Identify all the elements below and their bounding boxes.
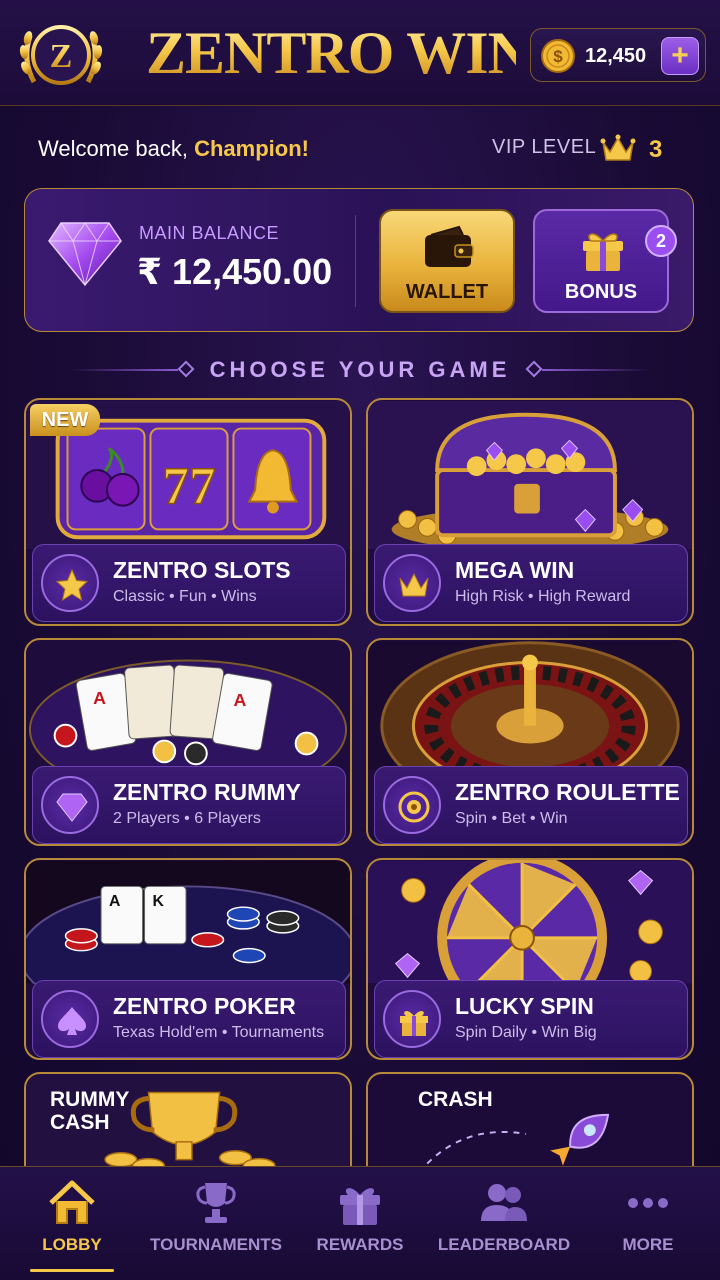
game-title: RUMMY CASH	[50, 1088, 129, 1134]
game-card-mega-win[interactable]: MEGA WIN High Risk • High Reward	[366, 398, 694, 626]
game-subtitle: Texas Hold'em • Tournaments	[113, 1024, 325, 1041]
nav-more[interactable]: MORE	[576, 1167, 720, 1280]
game-info: LUCKY SPIN Spin Daily • Win Big	[374, 980, 688, 1058]
game-title: MEGA WIN	[455, 557, 575, 583]
bonus-button[interactable]: BONUS 2	[533, 209, 677, 313]
game-card-poker[interactable]: A K ZENTRO POKER Texas Hold'em • Tournam…	[24, 858, 352, 1060]
gift-icon	[383, 990, 441, 1048]
nav-label: REWARDS	[316, 1235, 404, 1254]
crown-icon	[383, 554, 441, 612]
app-header: Z ZENTRO WIN $ 12,450 +	[0, 0, 720, 106]
game-subtitle: Classic • Fun • Wins	[113, 588, 257, 605]
divider	[355, 215, 356, 307]
section-line-right	[542, 369, 650, 371]
treasure-chest-art	[368, 400, 692, 550]
crown-icon	[600, 134, 636, 161]
prize-wheel-art	[368, 860, 692, 984]
game-subtitle: Spin Daily • Win Big	[455, 1024, 597, 1041]
welcome-prefix: Welcome back,	[38, 136, 188, 161]
nav-label: LEADERBOARD	[437, 1235, 571, 1254]
diamond-icon	[41, 776, 99, 834]
game-card-roulette[interactable]: ZENTRO ROULETTE Spin • Bet • Win	[366, 638, 694, 846]
game-info: MEGA WIN High Risk • High Reward	[374, 544, 688, 622]
balance-value: ₹ 12,450.00	[137, 251, 333, 292]
title-line-1: RUMMY	[50, 1088, 130, 1111]
bottom-nav: LOBBY TOURNAMENTS REWARDS LEADERBOARD MO…	[0, 1166, 720, 1280]
coin-value: 12,450	[585, 45, 647, 67]
poker-table-art: A K	[26, 860, 350, 984]
home-icon	[49, 1180, 95, 1224]
game-subtitle: Spin • Bet • Win	[455, 810, 568, 827]
coin-icon: $	[541, 39, 575, 73]
playing-cards-art: A A	[26, 640, 350, 770]
new-badge: NEW	[30, 404, 100, 436]
svg-text:K: K	[152, 893, 164, 910]
game-info: ZENTRO ROULETTE Spin • Bet • Win	[374, 766, 688, 844]
welcome-message: Welcome back, Champion!	[38, 136, 309, 162]
game-card-lucky-spin[interactable]: LUCKY SPIN Spin Daily • Win Big	[366, 858, 694, 1060]
logo-letter: Z	[50, 38, 73, 75]
svg-text:A: A	[233, 690, 246, 710]
game-title: ZENTRO ROULETTE	[455, 779, 680, 805]
game-subtitle: High Risk • High Reward	[455, 588, 631, 605]
vip-label: VIP LEVEL	[492, 136, 597, 158]
users-icon	[481, 1184, 527, 1221]
diamond-icon	[48, 222, 122, 287]
more-icon	[628, 1198, 668, 1208]
game-title: ZENTRO POKER	[113, 993, 296, 1019]
gift-icon	[583, 233, 623, 271]
coin-balance[interactable]: $ 12,450 +	[530, 28, 706, 82]
nav-rewards[interactable]: REWARDS	[288, 1167, 432, 1280]
star-icon	[41, 554, 99, 612]
spade-icon	[41, 990, 99, 1048]
roulette-icon	[383, 776, 441, 834]
title-line-2: CASH	[50, 1111, 110, 1134]
nav-label: TOURNAMENTS	[150, 1235, 282, 1254]
welcome-name: Champion!	[194, 136, 309, 161]
bonus-count-badge: 2	[645, 225, 677, 257]
roulette-wheel-art	[368, 640, 692, 770]
game-title: CRASH	[418, 1088, 493, 1111]
wallet-label: WALLET	[405, 281, 489, 303]
vip-level-value: 3	[649, 136, 663, 163]
game-info: ZENTRO POKER Texas Hold'em • Tournaments	[32, 980, 346, 1058]
logo-emblem[interactable]: Z	[16, 10, 106, 100]
nav-lobby[interactable]: LOBBY	[0, 1167, 144, 1280]
game-title: LUCKY SPIN	[455, 993, 594, 1019]
game-info: ZENTRO SLOTS Classic • Fun • Wins	[32, 544, 346, 622]
game-title: ZENTRO SLOTS	[113, 557, 291, 583]
nav-label: LOBBY	[42, 1235, 102, 1254]
svg-text:A: A	[93, 688, 106, 708]
game-card-rummy[interactable]: A A ZENTRO RUMMY 2 Players • 6 Players	[24, 638, 352, 846]
active-indicator	[30, 1269, 114, 1272]
gift-icon	[340, 1188, 380, 1225]
wallet-button[interactable]: WALLET	[379, 209, 515, 313]
svg-text:A: A	[109, 893, 120, 910]
svg-text:77: 77	[162, 456, 215, 516]
svg-text:$: $	[553, 47, 563, 66]
game-info: ZENTRO RUMMY 2 Players • 6 Players	[32, 766, 346, 844]
nav-leaderboard[interactable]: LEADERBOARD	[432, 1167, 576, 1280]
brand-title: ZENTRO WIN	[146, 20, 531, 86]
game-title: ZENTRO RUMMY	[113, 779, 301, 805]
game-subtitle: 2 Players • 6 Players	[113, 810, 261, 827]
bonus-label: BONUS	[564, 281, 638, 303]
wallet-icon	[425, 225, 474, 267]
nav-tournaments[interactable]: TOURNAMENTS	[144, 1167, 288, 1280]
nav-label: MORE	[622, 1235, 674, 1254]
add-coins-button[interactable]: +	[661, 37, 699, 75]
trophy-icon	[196, 1183, 236, 1223]
balance-label: MAIN BALANCE	[139, 223, 280, 243]
balance-card: MAIN BALANCE ₹ 12,450.00 WALLET BONUS 2	[24, 188, 694, 332]
